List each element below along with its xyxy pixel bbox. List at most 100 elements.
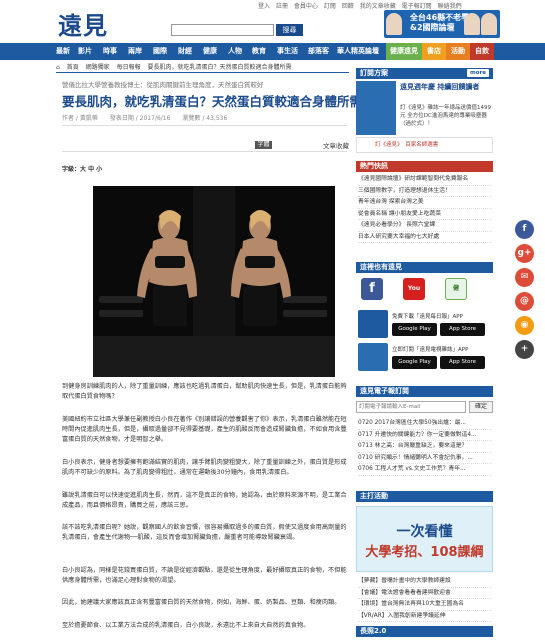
- subscribe-promo-title[interactable]: 遠見週年慶 持續回饋讀者: [400, 83, 493, 92]
- nav-item[interactable]: 國際: [153, 43, 167, 60]
- list-item[interactable]: 三個國際數字，打造理想退休生活！: [358, 186, 492, 197]
- article-paragraph: 該不該吃乳清蛋白呢？她說，觀察國人的飲食習慣，很容易攝取過多的蛋白質，假使又過度…: [62, 524, 347, 541]
- list-item[interactable]: 《遠見國際論壇》研討課範智問代免費報名: [358, 174, 492, 186]
- top-link[interactable]: 會員中心: [294, 3, 318, 10]
- daily-app-icon[interactable]: [358, 310, 388, 338]
- featured-event-header: 主打活動: [356, 491, 493, 502]
- email-field[interactable]: [356, 401, 466, 413]
- subscribe-header: 訂閱方案 more: [356, 68, 493, 79]
- font-size-controls[interactable]: 字級：大 中 小: [62, 164, 102, 173]
- facebook-share-icon[interactable]: f: [515, 220, 534, 239]
- list-item[interactable]: 0717 升遷快的關鍵能力？你一定要做對這4...: [358, 430, 492, 441]
- education-ad[interactable]: 一次看懂 大學考招、108課綱: [356, 506, 493, 572]
- top-link[interactable]: 我的文章收藏: [360, 3, 396, 10]
- app-promo-text: 免費下載「遠見每日報」APP: [392, 314, 463, 320]
- featured-list: 《遠見國際論壇》研討課範智問代免費報名 三個國際數字，打造理想退休生活！ 青年遠…: [358, 174, 492, 243]
- list-item[interactable]: 0706 工程人才荒 vs.文史工作荒？青年...: [358, 464, 492, 476]
- collect-link[interactable]: 文章收藏: [323, 140, 349, 150]
- search-input[interactable]: [171, 24, 274, 36]
- nav-events[interactable]: 活動: [446, 43, 470, 60]
- nav-bookstore[interactable]: 書店: [422, 43, 446, 60]
- confirm-button[interactable]: 確定: [469, 401, 493, 413]
- nav-item[interactable]: 健康: [203, 43, 217, 60]
- app-store-button[interactable]: App Store: [440, 356, 485, 369]
- gift-offer[interactable]: 訂《遠見》 百家名師選書: [356, 137, 493, 153]
- list-item[interactable]: 0713 林之高：台灣嚴重缺乏，要來這是？: [358, 441, 492, 453]
- portrait-image: [481, 13, 497, 35]
- tv-app-icon[interactable]: [358, 343, 388, 371]
- breadcrumb-item[interactable]: 每日報報: [117, 64, 141, 71]
- list-item[interactable]: 《遠見必看學分》 長照六堂課: [358, 220, 492, 232]
- nav-item[interactable]: 兩岸: [128, 43, 142, 60]
- google-play-button[interactable]: Google Play: [392, 356, 437, 369]
- nav-item[interactable]: 事生活: [277, 43, 298, 60]
- google-play-button[interactable]: Google Play: [392, 323, 437, 336]
- top-link[interactable]: 回饋: [342, 3, 354, 10]
- divider: [56, 72, 349, 73]
- facebook-icon[interactable]: f: [361, 278, 383, 300]
- nav-drinks[interactable]: 自飲: [470, 43, 494, 60]
- font-size-button[interactable]: 字體: [255, 141, 272, 149]
- page: { "header": { "logo": "遠見", "top_links":…: [0, 0, 545, 640]
- nav-health[interactable]: 健康遠見: [386, 43, 422, 60]
- ad-headline: 一次看懂: [396, 524, 453, 540]
- app-promo-text: 立即訂閱「遠見電視雜誌」APP: [392, 347, 469, 353]
- more-link[interactable]: more: [467, 69, 489, 77]
- nav-item[interactable]: 人物: [228, 43, 242, 60]
- email-icon[interactable]: @: [515, 292, 534, 311]
- top-link[interactable]: 電子報訂閱: [402, 3, 432, 10]
- nav-item[interactable]: 華人精英論壇: [337, 43, 379, 60]
- list-item[interactable]: 0720 2017台灣區住大學50強出爐：最...: [358, 418, 492, 430]
- list-item[interactable]: 【環境】當台灣無法再與10大重王國為名: [358, 599, 492, 611]
- article-meta: 作者 / 黃凱蒂 發表日期 / 2017/6/16 瀏覽數 / 43,536: [62, 115, 228, 122]
- divider: [62, 125, 347, 126]
- health-icon[interactable]: 健: [445, 278, 467, 300]
- top-link[interactable]: 訂閱: [324, 3, 336, 10]
- rss-icon[interactable]: ◉: [515, 316, 534, 335]
- breadcrumb-item[interactable]: 首頁: [67, 64, 79, 71]
- list-item[interactable]: 青年遠台灣 探索台灣之美: [358, 197, 492, 209]
- site-logo[interactable]: 遠見: [58, 6, 108, 41]
- portrait-image: [386, 13, 402, 35]
- app-store-button[interactable]: App Store: [440, 323, 485, 336]
- course-list: 【夢藏】晉嘴計畫中的大學教師建設 【會議】電法證會看看看建與歡迎會 【環境】當台…: [358, 576, 492, 622]
- woman-workout-image: [93, 186, 335, 377]
- subscribe-promo-text: 訂《遠見》雜誌一年總品送價值1499元 全方位DC進泡馬達的專業吸塵器（過於式）…: [400, 105, 491, 127]
- top-link[interactable]: 聯絡我們: [438, 3, 462, 10]
- list-item[interactable]: 【夢藏】晉嘴計畫中的大學教師建設: [358, 576, 492, 588]
- list-item[interactable]: 【VR/AR】入圍我創新建爭議延伸: [358, 611, 492, 622]
- top-link[interactable]: 註冊: [276, 3, 288, 10]
- nav-item[interactable]: 部落客: [308, 43, 329, 60]
- article-paragraph: 美國紐約市立社區大學兼任副教授白小良在著作《別讓錯誤的營養觀害了你》表示，乳清蛋…: [62, 416, 347, 443]
- article-paragraph: 至於擔憂節食、以工業方法合成的乳清蛋白，白小良說，永遠比不上來自大自然的真食物。: [62, 622, 310, 629]
- article-paragraph: 因此，她建議大家應該真正含有豐富蛋白質的天然食物，例如，海鮮、蛋、奶製品、豆類、…: [62, 599, 341, 606]
- home-icon: ⌂: [56, 64, 60, 71]
- list-item[interactable]: 從會員名稱 讓小朋友愛上吃蔬菜: [358, 209, 492, 220]
- article-subtitle: 營儀比拉大學營養教授博士：從肌肉關鍵前生理角度，天然蛋白質較好: [62, 81, 264, 89]
- list-item[interactable]: 【會議】電法證會看看看建與歡迎會: [358, 588, 492, 599]
- breadcrumb: ⌂ 首頁 網路獨家 每日報報 要長肌肉，就吃乳清蛋白？天然蛋白質較適合身體所需: [56, 62, 349, 71]
- breadcrumb-item[interactable]: 網路獨家: [86, 64, 110, 71]
- list-item[interactable]: 日本人研究要大幸福的七大好處: [358, 232, 492, 243]
- forum-banner[interactable]: 全台46縣不老學 &2國際論壇: [384, 10, 500, 38]
- nav-item[interactable]: 最新: [56, 43, 70, 60]
- youtube-icon[interactable]: You: [403, 278, 425, 300]
- article-photo: [93, 186, 335, 377]
- nav-item[interactable]: 財經: [178, 43, 192, 60]
- list-item[interactable]: 0710 研究顯示！情緒聽明人不會記仇事，...: [358, 453, 492, 464]
- gmail-icon[interactable]: ✉: [515, 268, 534, 287]
- search-button[interactable]: 搜尋: [276, 24, 303, 36]
- newsletter-header: 遠見電子報訂閱: [356, 386, 493, 397]
- top-link[interactable]: 登入: [258, 3, 270, 10]
- page-title: 要長肌肉，就吃乳清蛋白？天然蛋白質較適合身體所需: [62, 94, 363, 109]
- nav-item[interactable]: 影片: [78, 43, 92, 60]
- section-title: 訂閱方案: [360, 69, 388, 77]
- google-plus-icon[interactable]: g+: [515, 244, 534, 263]
- nav-item[interactable]: 時事: [103, 43, 117, 60]
- more-share-icon[interactable]: +: [515, 340, 534, 359]
- nav-item[interactable]: 教育: [252, 43, 266, 60]
- magazine-cover[interactable]: [356, 81, 396, 135]
- follow-header: 這裡也有遠見: [356, 262, 493, 273]
- top-links: 登入 註冊 會員中心 訂閱 回饋 我的文章收藏 電子報訂閱 聯絡我們: [258, 1, 466, 10]
- article-paragraph: 到健身房訓練肌肉的人，除了重量訓練，應該也吃過乳清蛋白，幫助肌肉快速生長，但是，…: [62, 383, 347, 400]
